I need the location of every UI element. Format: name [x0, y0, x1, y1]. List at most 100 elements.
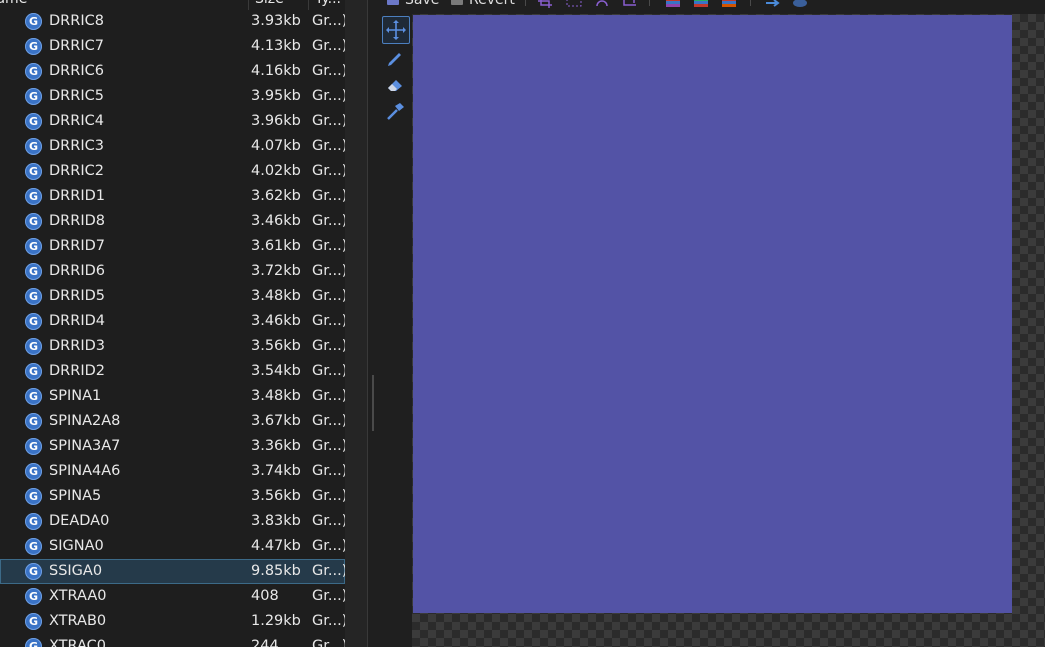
palette-icon[interactable] — [665, 0, 681, 7]
entry-list-panel: Name Size Ty... GDRRIC83.93kbGr...)GDRRI… — [0, 0, 345, 647]
draw-tool[interactable] — [382, 44, 408, 70]
entry-size: 3.48kb — [251, 388, 301, 404]
graphic-entry-icon-letter: G — [28, 590, 39, 603]
entry-type: Gr...) — [312, 413, 345, 429]
entry-type: Gr...) — [312, 463, 345, 479]
list-row[interactable]: G DRRID1 3.62kb Gr...) — [0, 184, 345, 209]
list-row[interactable]: G SPINA5 3.56kb Gr...) — [0, 484, 345, 509]
entry-name: DRRID7 — [49, 238, 105, 254]
entry-name: DRRID8 — [49, 213, 105, 229]
tool-strip — [380, 14, 410, 134]
list-row[interactable]: G SSIGA0 9.85kb Gr...) — [0, 559, 345, 584]
swap-icon[interactable] — [765, 0, 781, 7]
graphic-entry-icon: G — [25, 488, 42, 505]
list-row[interactable]: G DRRIC2 4.02kb Gr...) — [0, 159, 345, 184]
graphic-entry-icon-letter: G — [28, 465, 39, 478]
list-row[interactable]: G DRRIC4 3.96kb Gr...) — [0, 109, 345, 134]
list-row[interactable]: G SIGNA0 4.47kb Gr...) — [0, 534, 345, 559]
panel-splitter[interactable] — [345, 0, 368, 647]
list-row[interactable]: G DRRIC3 4.07kb Gr...) — [0, 134, 345, 159]
list-row[interactable]: G DRRID5 3.48kb Gr...) — [0, 284, 345, 309]
save-button[interactable]: Save — [387, 0, 439, 10]
graphic-entry-icon: G — [25, 188, 42, 205]
graphic-entry-icon: G — [25, 388, 42, 405]
translate-tool[interactable] — [382, 98, 408, 124]
list-row[interactable]: G SPINA3A7 3.36kb Gr...) — [0, 434, 345, 459]
graphic-entry-icon: G — [25, 38, 42, 55]
graphic-entry-icon-letter: G — [28, 540, 39, 553]
list-row[interactable]: G DEADA0 3.83kb Gr...) — [0, 509, 345, 534]
graphic-entry-icon-letter: G — [28, 240, 39, 253]
graphic-entry-icon-letter: G — [28, 440, 39, 453]
entry-size: 3.61kb — [251, 238, 301, 254]
graphic-entry-icon: G — [25, 413, 42, 430]
rotate-icon[interactable] — [594, 0, 610, 7]
entry-type: Gr...) — [312, 588, 345, 604]
list-row[interactable]: G SPINA2A8 3.67kb Gr...) — [0, 409, 345, 434]
list-row[interactable]: G DRRID6 3.72kb Gr...) — [0, 259, 345, 284]
graphic-entry-icon-letter: G — [28, 415, 39, 428]
entry-name: DRRID5 — [49, 288, 105, 304]
entry-name: DRRIC2 — [49, 163, 104, 179]
save-icon — [387, 0, 399, 5]
list-row[interactable]: G DRRID4 3.46kb Gr...) — [0, 309, 345, 334]
entry-size: 3.83kb — [251, 513, 301, 529]
graphic-entry-icon: G — [25, 138, 42, 155]
graphic-entry-icon: G — [25, 213, 42, 230]
entry-rows: G DRRIC8 3.93kb Gr...) G DRRIC7 4.13kb Gr...) G D… — [0, 9, 345, 647]
entry-size: 3.62kb — [251, 188, 301, 204]
entry-size: 3.56kb — [251, 488, 301, 504]
graphic-entry-icon: G — [25, 338, 42, 355]
list-row[interactable]: G XTRAB0 1.29kb Gr...) — [0, 609, 345, 634]
entry-size: 4.02kb — [251, 163, 301, 179]
graphic-entry-icon-letter: G — [28, 90, 39, 103]
crop-icon[interactable] — [538, 0, 554, 8]
graphic-preview[interactable] — [413, 15, 1012, 613]
entry-name: SIGNA0 — [49, 538, 104, 554]
entry-size: 4.07kb — [251, 138, 301, 154]
entry-type: Gr...) — [312, 263, 345, 279]
list-row[interactable]: G DRRIC5 3.95kb Gr...) — [0, 84, 345, 109]
erase-tool[interactable] — [382, 71, 408, 97]
graphic-entry-icon-letter: G — [28, 640, 39, 647]
entry-size: 3.95kb — [251, 88, 301, 104]
list-row[interactable]: G DRRID7 3.61kb Gr...) — [0, 234, 345, 259]
graphic-entry-icon-letter: G — [28, 15, 39, 28]
move-icon — [386, 20, 406, 40]
list-row[interactable]: G SPINA1 3.48kb Gr...) — [0, 384, 345, 409]
entry-type: Gr...) — [312, 313, 345, 329]
list-row[interactable]: G XTRAA0 408 Gr...) — [0, 584, 345, 609]
graphic-entry-icon: G — [25, 13, 42, 30]
entry-name: DRRIC7 — [49, 38, 104, 54]
layers-icon[interactable] — [792, 0, 808, 7]
list-row[interactable]: G DRRID2 3.54kb Gr...) — [0, 359, 345, 384]
palette-icon[interactable] — [721, 0, 737, 7]
list-row[interactable]: G DRRID8 3.46kb Gr...) — [0, 209, 345, 234]
entry-size: 3.46kb — [251, 213, 301, 229]
list-row[interactable]: G DRRIC8 3.93kb Gr...) — [0, 9, 345, 34]
revert-button[interactable]: Revert — [451, 0, 515, 10]
graphic-entry-icon: G — [25, 113, 42, 130]
graphic-entry-icon-letter: G — [28, 140, 39, 153]
graphic-entry-icon: G — [25, 538, 42, 555]
entry-name: DRRIC5 — [49, 88, 104, 104]
entry-name: XTRAC0 — [49, 638, 107, 647]
entry-name: SPINA5 — [49, 488, 102, 504]
entry-type: Gr...) — [312, 238, 345, 254]
move-tool[interactable] — [382, 16, 410, 44]
entry-type: Gr...) — [312, 363, 345, 379]
toolbar-separator — [525, 0, 526, 6]
palette-icon[interactable] — [693, 0, 709, 7]
select-icon[interactable] — [566, 0, 582, 7]
splitter-grip[interactable] — [372, 375, 374, 431]
graphic-entry-icon-letter: G — [28, 515, 39, 528]
entry-name: SPINA2A8 — [49, 413, 121, 429]
entry-name: DRRID3 — [49, 338, 105, 354]
list-row[interactable]: G DRRIC7 4.13kb Gr...) — [0, 34, 345, 59]
resize-icon[interactable] — [622, 0, 638, 6]
list-row[interactable]: G DRRIC6 4.16kb Gr...) — [0, 59, 345, 84]
list-row[interactable]: G DRRID3 3.56kb Gr...) — [0, 334, 345, 359]
entry-type: Gr...) — [312, 388, 345, 404]
list-row[interactable]: G XTRAC0 244 Gr...) — [0, 634, 345, 647]
list-row[interactable]: G SPINA4A6 3.74kb Gr...) — [0, 459, 345, 484]
